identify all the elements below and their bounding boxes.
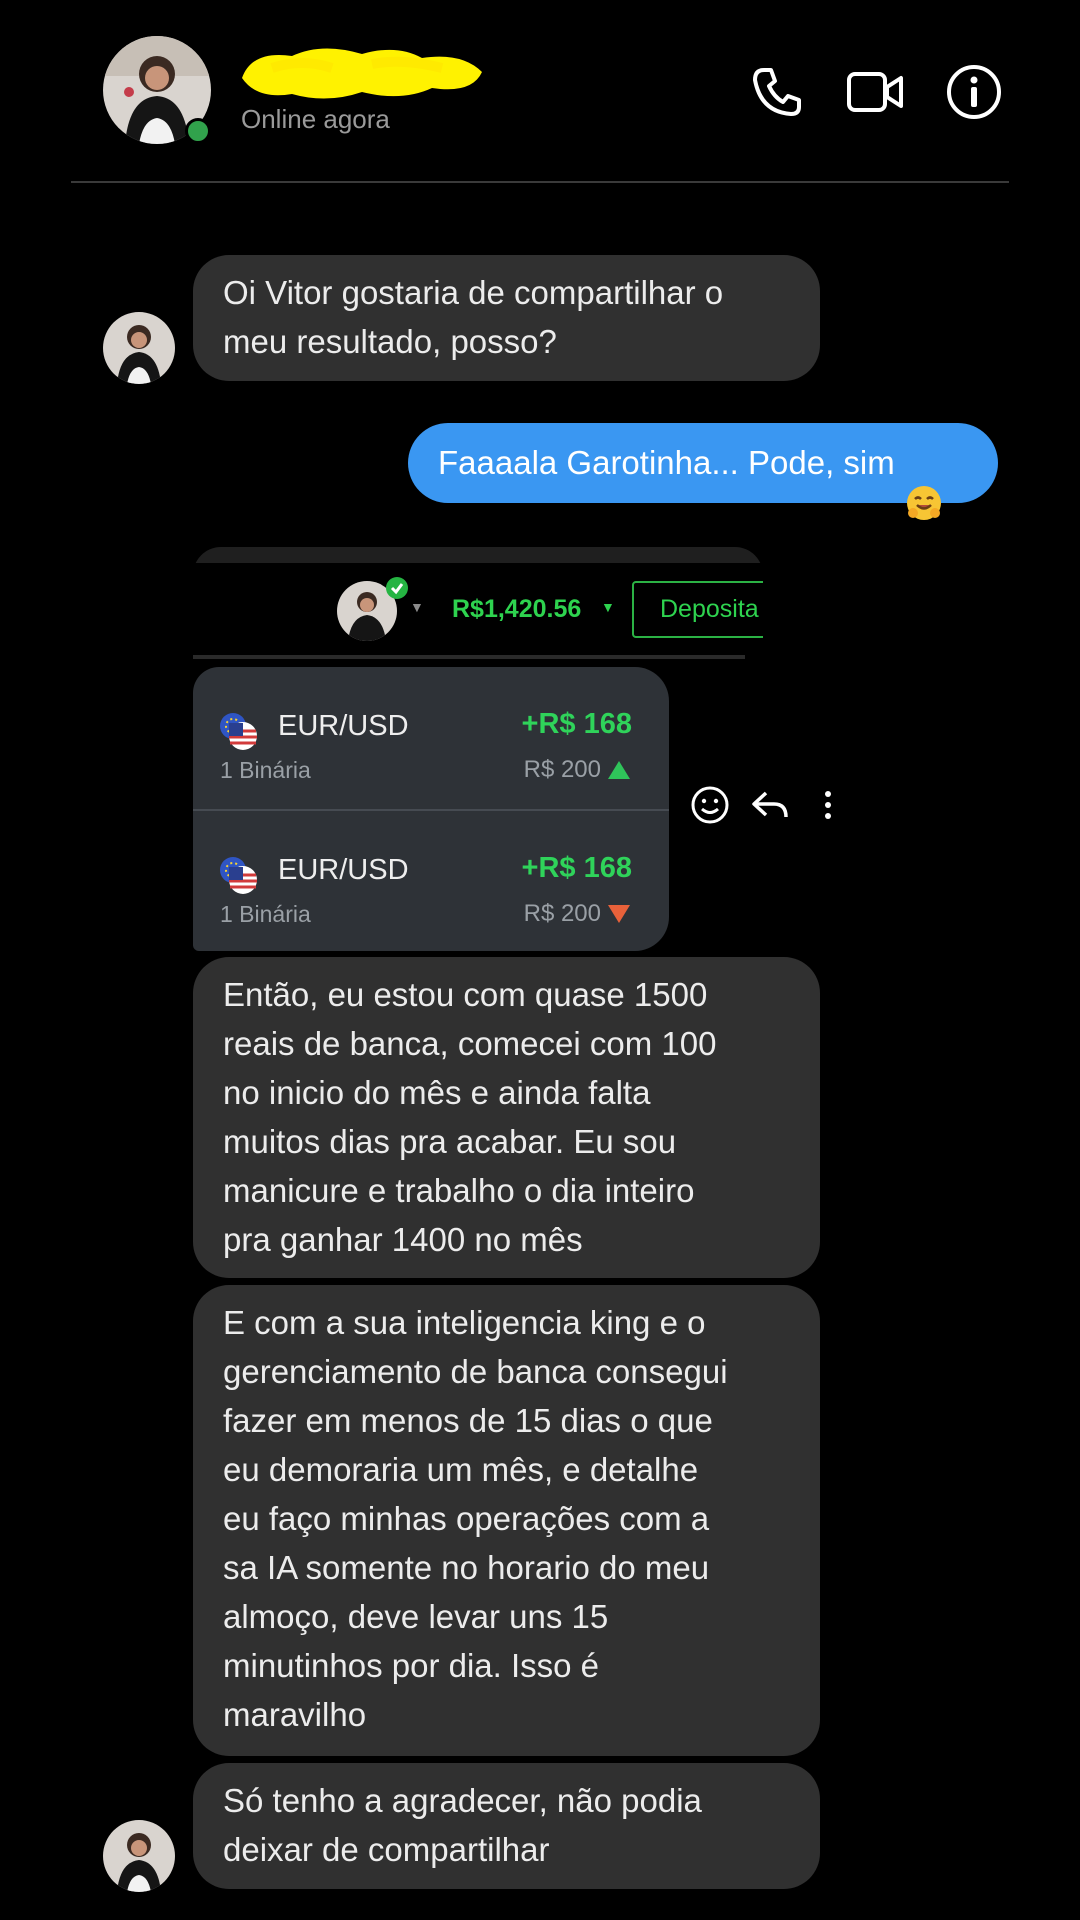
contact-avatar-small[interactable] [103, 312, 175, 384]
eur-usd-flag-icon [218, 855, 258, 895]
message-received[interactable]: Só tenho a agradecer, não podia deixar d… [193, 1763, 820, 1889]
chat-header: Online agora [0, 0, 1080, 183]
online-indicator [185, 118, 211, 144]
trade-profit: +R$ 168 [521, 852, 632, 884]
header-divider [71, 181, 1009, 183]
trade-row: EUR/USD 1 Binária +R$ 168 R$ 200 [193, 809, 669, 951]
phone-icon[interactable] [747, 62, 807, 122]
trades-card[interactable]: EUR/USD 1 Binária +R$ 168 R$ 200 EUR/USD… [193, 667, 669, 951]
info-icon[interactable] [944, 62, 1004, 122]
message-received[interactable]: E com a sua inteligencia king e o gerenc… [193, 1285, 820, 1756]
deposit-button: Deposita [632, 581, 763, 638]
message-sent[interactable]: Faaaala Garotinha... Pode, sim [408, 423, 998, 520]
reply-icon[interactable] [748, 783, 792, 827]
message-sent-text: Faaaala Garotinha... Pode, sim [438, 444, 895, 481]
trade-type: 1 Binária [220, 901, 311, 927]
trade-row: EUR/USD 1 Binária +R$ 168 R$ 200 [193, 667, 669, 809]
trade-down-arrow-icon [607, 903, 631, 925]
trade-amount: R$ 200 [523, 756, 601, 783]
trade-pair: EUR/USD [278, 854, 409, 886]
more-options-icon[interactable] [806, 783, 850, 827]
trade-pair: EUR/USD [278, 710, 409, 742]
avatar-dropdown-icon: ▼ [410, 599, 424, 615]
account-balance: R$1,420.56 [452, 595, 582, 623]
shared-screenshot-topbar[interactable]: ▼ R$1,420.56 ▼ Deposita [193, 547, 763, 659]
message-received[interactable]: Então, eu estou com quase 1500 reais de … [193, 957, 820, 1278]
image-top-edge [193, 547, 763, 563]
verified-check-icon [386, 577, 408, 599]
contact-avatar-small[interactable] [103, 1820, 175, 1892]
image-separator [193, 655, 745, 659]
online-status: Online agora [241, 104, 390, 134]
eur-usd-flag-icon [218, 711, 258, 751]
trade-up-arrow-icon [607, 759, 631, 781]
trade-profit: +R$ 168 [521, 708, 632, 740]
message-received[interactable]: Oi Vitor gostaria de compartilhar o meu … [193, 255, 820, 381]
balance-dropdown-icon: ▼ [601, 599, 615, 615]
trade-type: 1 Binária [220, 757, 311, 783]
video-call-icon[interactable] [845, 62, 905, 122]
react-emoji-icon[interactable] [688, 783, 732, 827]
hugging-face-emoji-icon [905, 444, 943, 520]
name-redaction [232, 38, 490, 106]
trade-amount: R$ 200 [523, 900, 601, 927]
